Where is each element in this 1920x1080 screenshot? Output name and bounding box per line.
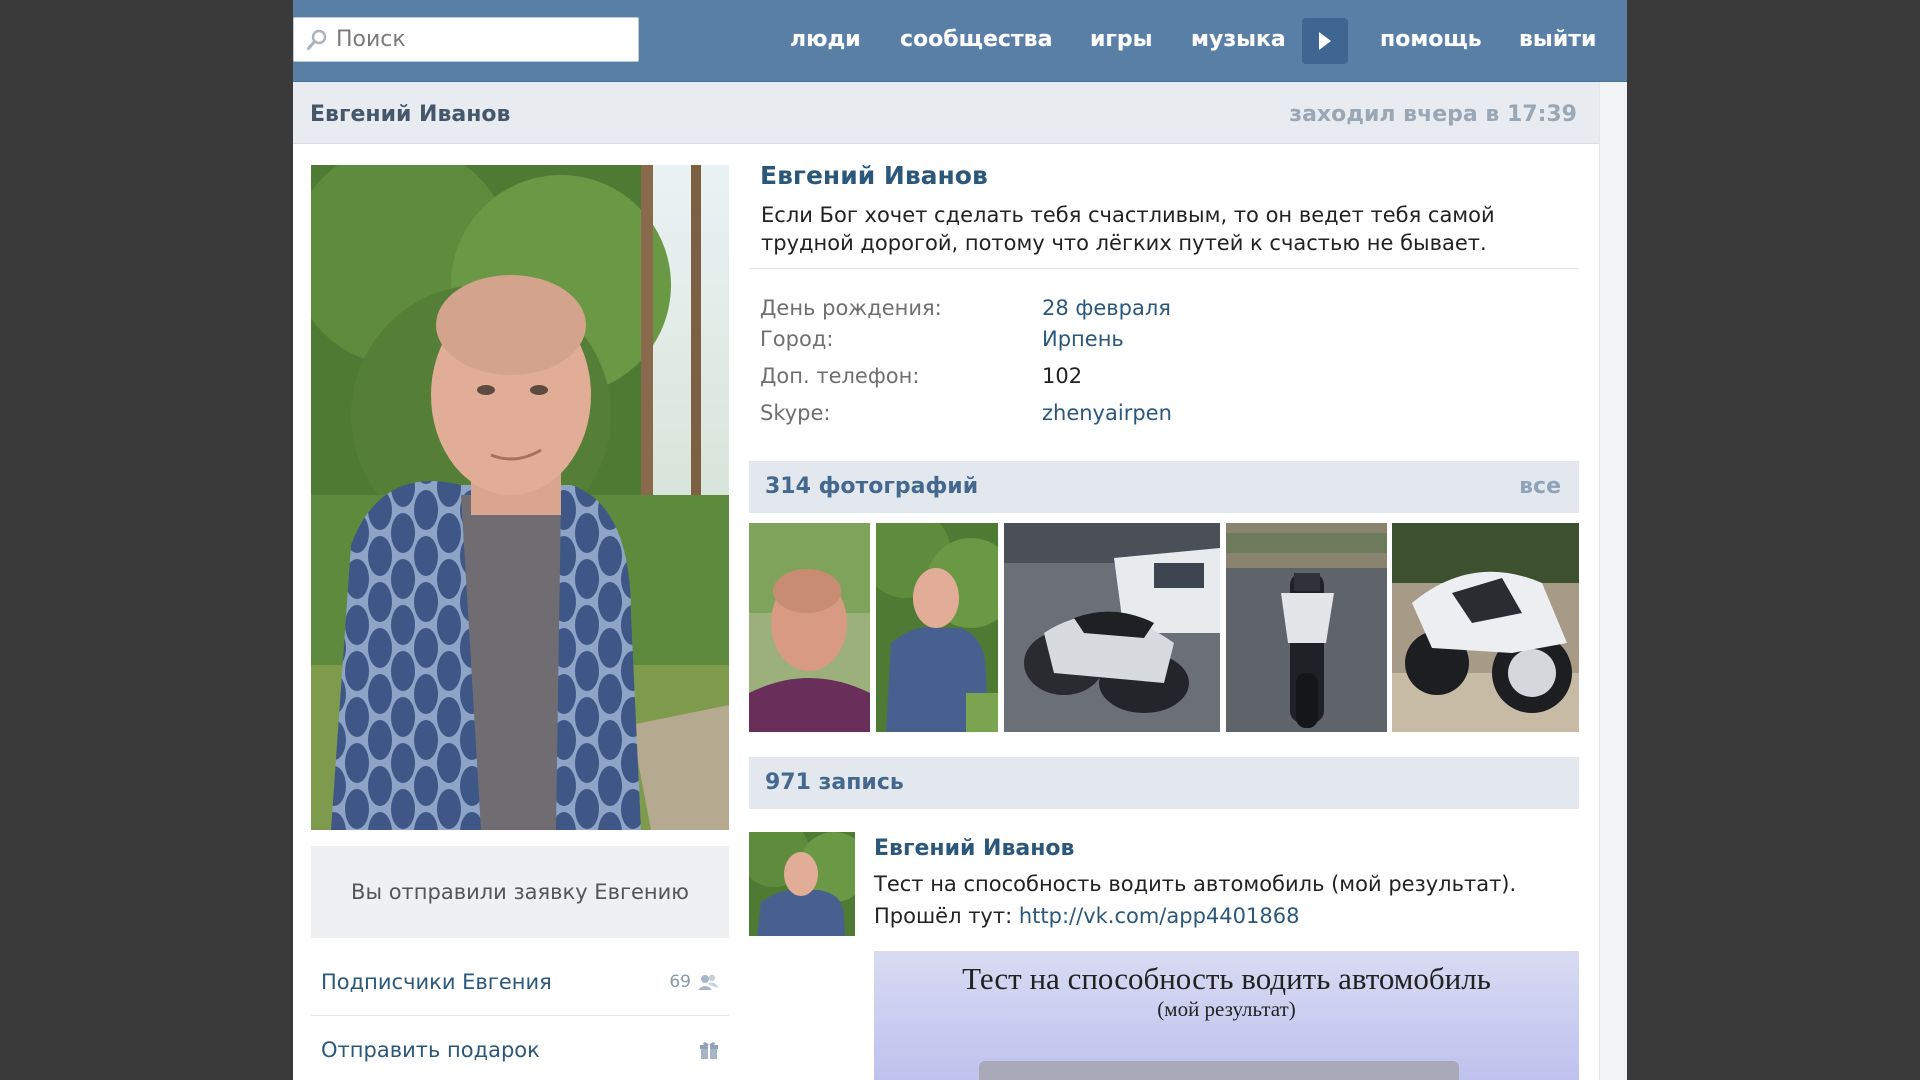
header-name: Евгений Иванов [310,102,511,127]
post-image-subtitle: (мой результат) [1157,997,1296,1021]
info-label-phone: Доп. телефон: [760,364,920,388]
info-label-birthday: День рождения: [760,296,942,320]
top-navigation-bar: люди сообщества игры музыка помощь выйти [293,0,1627,82]
search-icon [307,29,327,50]
nav-help[interactable]: помощь [1380,20,1482,60]
profile-header: Евгений Иванов заходил вчера в 17:39 [293,82,1599,144]
photos-section-header[interactable]: 314 фотографий все [749,461,1579,513]
search-box[interactable] [293,17,639,62]
info-label-city: Город: [760,327,834,351]
profile-page: люди сообщества игры музыка помощь выйти… [293,0,1627,1080]
info-value-city[interactable]: Ирпень [1042,327,1124,351]
photo-thumbnail[interactable] [876,523,998,732]
music-play-button[interactable] [1302,18,1348,64]
info-label-skype: Skype: [760,401,831,425]
last-seen-status: заходил вчера в 17:39 [1289,102,1577,127]
post-author-name[interactable]: Евгений Иванов [874,836,1074,861]
send-gift-label: Отправить подарок [321,1037,540,1062]
post-text: Тест на способность водить автомобиль (м… [874,872,1517,896]
info-value-phone: 102 [1042,364,1083,388]
photo-thumbnail[interactable] [1004,523,1220,732]
photo-thumbnail[interactable] [1226,523,1387,732]
info-value-birthday[interactable]: 28 февраля [1042,296,1171,320]
followers-count: 69 [669,971,691,992]
gift-icon [700,1041,718,1059]
followers-link[interactable]: Подписчики Евгения 69 [311,948,729,1016]
post-image-result-bar [979,1061,1459,1080]
post-text-prefix: Прошёл тут: [874,904,1019,928]
photos-count-title[interactable]: 314 фотографий [765,474,978,499]
info-value-skype[interactable]: zhenyairpen [1042,401,1172,425]
scrollbar-gutter[interactable] [1599,82,1627,1080]
post-text-line2: Прошёл тут: http://vk.com/app4401868 [874,904,1299,928]
wall-section-header[interactable]: 971 запись [749,757,1579,809]
post-author-avatar[interactable] [749,832,855,936]
nav-games[interactable]: игры [1090,20,1153,60]
post-app-link[interactable]: http://vk.com/app4401868 [1019,904,1300,928]
photo-thumbnail[interactable] [749,523,870,732]
profile-photo[interactable] [311,165,729,830]
divider [749,268,1579,269]
wall-count-title[interactable]: 971 запись [765,770,904,795]
photos-all-link[interactable]: все [1519,474,1561,499]
nav-communities[interactable]: сообщества [900,20,1052,60]
photo-thumbnail[interactable] [1392,523,1579,732]
post-attached-image[interactable]: Тест на способность водить автомобиль (м… [874,951,1579,1080]
nav-people[interactable]: люди [790,20,861,60]
request-text: Вы отправили заявку Евгению [351,880,689,904]
users-icon [698,974,718,990]
followers-label: Подписчики Евгения [321,969,552,994]
post-image-title: Тест на способность водить автомобиль [962,961,1491,996]
nav-logout[interactable]: выйти [1519,20,1596,60]
friend-request-status: Вы отправили заявку Евгению [311,846,729,938]
profile-status-text: Если Бог хочет сделать тебя счастливым, … [761,203,1495,255]
nav-music[interactable]: музыка [1191,20,1286,60]
send-gift-link[interactable]: Отправить подарок [311,1016,729,1080]
profile-name: Евгений Иванов [760,161,988,190]
search-input[interactable] [336,27,626,52]
play-icon [1319,32,1331,50]
